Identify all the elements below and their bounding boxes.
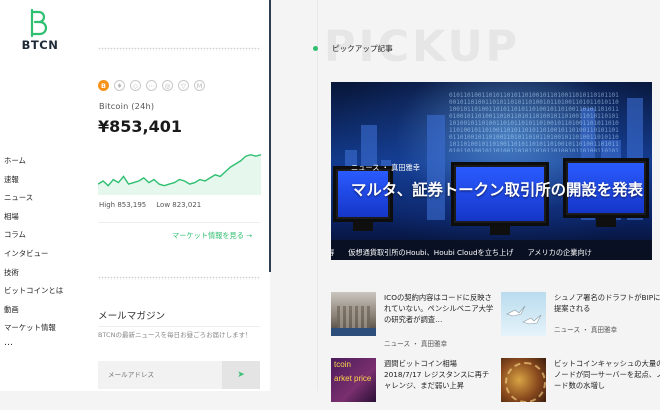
nav-item-tech[interactable]: 技術	[4, 264, 63, 283]
nav-item-market-info[interactable]: マーケット情報	[4, 319, 63, 338]
building-shape	[427, 115, 445, 220]
coin-tab-bitcoin-icon[interactable]: B	[98, 80, 109, 91]
newsletter-title: メールマガジン	[98, 311, 166, 322]
ticker-item[interactable]: アメリカの企業向け	[527, 243, 605, 260]
article-meta[interactable]: ニュース ・ 真田雅幸	[554, 324, 617, 334]
price-high: High 853,195	[99, 201, 147, 209]
dotted-divider	[98, 276, 260, 280]
left-nav-column: BTCN ホーム 速報 ニュース 相場 コラム インタビュー 技術 ビットコイン…	[0, 0, 89, 391]
nav-item-video[interactable]: 動画	[4, 301, 63, 320]
nav-item-home[interactable]: ホーム	[4, 152, 63, 171]
coin-label: Bitcoin (24h)	[99, 101, 155, 111]
binary-pattern: 0101101001101011010110100101101001101011…	[449, 92, 619, 152]
article-meta[interactable]: ニュース ・ 真田雅幸	[384, 338, 447, 348]
article-title[interactable]: シュノア署名のドラフトがBIPに提案される	[554, 292, 660, 314]
divider	[98, 222, 260, 223]
coin-price: ¥853,401	[98, 117, 183, 136]
nav-item-market[interactable]: 相場	[4, 208, 63, 227]
article-card[interactable]: ICOの契約内容はコードに反映されていない。ペンシルベニア大学の研究者が調査… …	[331, 292, 494, 348]
dotted-divider	[98, 47, 260, 51]
section-dot-icon	[313, 46, 318, 51]
article-card[interactable]: tcoin arket price 週間ビットコイン相場2018/7/17 レジ…	[331, 358, 493, 410]
main-nav: ホーム 速報 ニュース 相場 コラム インタビュー 技術 ビットコインとは 動画…	[4, 152, 63, 350]
coin-tab-monero-icon[interactable]: M	[194, 80, 205, 91]
nav-item-breaking[interactable]: 速報	[4, 171, 63, 190]
coin-tab-ethereum-icon[interactable]: ♦	[114, 80, 125, 91]
coin-selector: B ♦ ◇ ⋯ ◎ ▽ M	[98, 80, 205, 91]
sparkline-area	[98, 154, 261, 195]
article-title[interactable]: ビットコインキャッシュの大量のノードが同一サーバーを起点、ノード数の水増し	[554, 358, 660, 391]
btcn-logo-icon[interactable]	[27, 8, 49, 38]
news-ticker: 得仮想通貨取引所のHoubi、Houbi Cloudを立ち上げアメリカの企業向け	[331, 240, 652, 260]
article-thumbnail[interactable]	[331, 292, 376, 336]
hero-title[interactable]: マルタ、証券トークン取引所の開設を発表	[351, 179, 651, 201]
hero-category[interactable]: ニュース ・ 真田雅幸	[351, 163, 420, 173]
article-card[interactable]: ビットコインキャッシュの大量のノードが同一サーバーを起点、ノード数の水増し	[501, 358, 660, 410]
section-title: ピックアップ記事	[332, 44, 393, 53]
price-low: Low 823,021	[156, 201, 202, 209]
content-edge	[317, 0, 318, 391]
article-thumbnail[interactable]	[501, 292, 546, 336]
article-title[interactable]: ICOの契約内容はコードに反映されていない。ペンシルベニア大学の研究者が調査…	[384, 292, 494, 325]
nav-item-column[interactable]: コラム	[4, 226, 63, 245]
ticker-item[interactable]: 得	[331, 243, 348, 260]
email-field[interactable]	[98, 361, 232, 389]
market-panel: B ♦ ◇ ⋯ ◎ ▽ M Bitcoin (24h) ¥853,401 Hig…	[88, 0, 271, 391]
article-thumbnail[interactable]: tcoin arket price	[331, 358, 376, 402]
nav-item-interview[interactable]: インタビュー	[4, 245, 63, 264]
article-card[interactable]: シュノア署名のドラフトがBIPに提案される ニュース ・ 真田雅幸	[501, 292, 660, 344]
nav-more-icon[interactable]: …	[4, 338, 63, 350]
high-low: High 853,195 Low 823,021	[99, 201, 211, 209]
coin-tab-ripple-icon[interactable]: ◇	[130, 80, 141, 91]
newsletter-description: BTCNの最新ニュースを毎日お昼ごろお届けします！	[98, 331, 252, 339]
divider	[98, 326, 260, 327]
article-thumbnail[interactable]	[501, 358, 546, 402]
coin-tab-shield-icon[interactable]: ▽	[178, 80, 189, 91]
price-sparkline	[98, 153, 261, 195]
brand-name[interactable]: BTCN	[16, 38, 64, 52]
nav-item-news[interactable]: ニュース	[4, 189, 63, 208]
main-content: PICKUP ピックアップ記事 010110100110101101011010…	[271, 0, 660, 402]
coin-tab-share-icon[interactable]: ⋯	[146, 80, 157, 91]
nav-item-what-is-bitcoin[interactable]: ビットコインとは	[4, 282, 63, 301]
article-title[interactable]: 週間ビットコイン相場2018/7/17 レジスタンスに再チャレンジ、まだ弱い上昇	[384, 358, 494, 391]
ticker-item[interactable]: 仮想通貨取引所のHoubi、Houbi Cloudを立ち上げ	[348, 243, 527, 260]
coin-tab-circle-icon[interactable]: ◎	[162, 80, 173, 91]
send-icon[interactable]: ➤	[222, 361, 260, 389]
market-info-link[interactable]: マーケット情報を見る →	[172, 231, 252, 241]
hero-article[interactable]: 0101101001101011010110100101101001101011…	[331, 82, 652, 260]
